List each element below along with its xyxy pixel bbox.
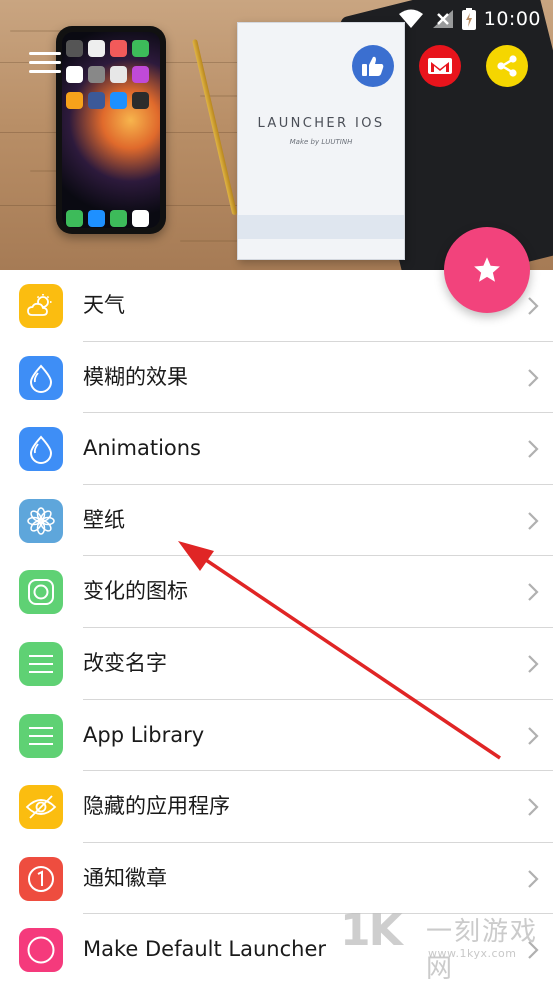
mail-icon bbox=[428, 58, 452, 74]
chevron-right-icon bbox=[528, 368, 539, 387]
list-item-label: 壁纸 bbox=[83, 507, 125, 532]
wallpaper-flower-icon bbox=[19, 498, 63, 543]
chevron-right-icon bbox=[528, 512, 539, 530]
chevron-right-icon bbox=[528, 941, 539, 960]
star-icon bbox=[474, 257, 500, 282]
list-item-label: 变化的图标 bbox=[83, 579, 188, 604]
chevron-right-icon bbox=[528, 440, 539, 458]
list-item-label: App Library bbox=[83, 722, 205, 747]
weather-icon bbox=[19, 284, 63, 328]
animation-drop-icon bbox=[19, 427, 63, 472]
rate-star-button[interactable] bbox=[444, 227, 530, 313]
chevron-right-icon bbox=[528, 798, 539, 816]
settings-list: 天气 模糊的效果 Animations 壁纸 变化的图标 改变名字 App Li… bbox=[0, 270, 553, 983]
hamburger-menu-icon[interactable] bbox=[29, 52, 61, 74]
notebook-title: LAUNCHER IOS bbox=[257, 116, 385, 131]
hidden-eye-icon bbox=[19, 785, 63, 830]
blur-drop-icon bbox=[19, 355, 63, 400]
share-icon bbox=[497, 55, 517, 77]
rename-lines-icon bbox=[19, 641, 63, 686]
list-item-label: 模糊的效果 bbox=[83, 364, 188, 389]
list-item-default-launcher[interactable]: Make Default Launcher bbox=[0, 914, 553, 983]
chevron-right-icon bbox=[528, 655, 539, 673]
wifi-icon bbox=[398, 9, 423, 28]
signal-icon bbox=[432, 10, 453, 28]
notebook-subtitle: Make by LUUTINH bbox=[289, 138, 353, 146]
list-item-animations[interactable]: Animations bbox=[0, 413, 553, 485]
list-item-label: 天气 bbox=[83, 293, 125, 317]
like-button[interactable] bbox=[352, 45, 394, 87]
thumbs-up-icon bbox=[362, 56, 384, 76]
battery-charging-icon bbox=[461, 8, 476, 30]
list-item-notification-badge[interactable]: 通知徽章 bbox=[0, 843, 553, 915]
list-item-blur-effect[interactable]: 模糊的效果 bbox=[0, 342, 553, 414]
chevron-right-icon bbox=[528, 583, 539, 602]
list-item-wallpaper[interactable]: 壁纸 bbox=[0, 485, 553, 557]
notification-badge-icon bbox=[19, 856, 63, 901]
default-launcher-icon bbox=[19, 928, 63, 973]
status-bar: 10:00 bbox=[398, 6, 541, 32]
list-item-rename[interactable]: 改变名字 bbox=[0, 628, 553, 700]
list-item-change-icons[interactable]: 变化的图标 bbox=[0, 556, 553, 628]
list-item-label: 通知徽章 bbox=[83, 865, 167, 890]
phone-image bbox=[56, 26, 166, 234]
mail-button[interactable] bbox=[419, 45, 461, 87]
chevron-right-icon bbox=[528, 869, 539, 888]
list-item-label: Make Default Launcher bbox=[83, 937, 326, 962]
list-item-label: 隐藏的应用程序 bbox=[83, 794, 230, 819]
chevron-right-icon bbox=[528, 726, 539, 745]
list-item-app-library[interactable]: App Library bbox=[0, 700, 553, 772]
pen-image bbox=[192, 38, 238, 216]
app-library-lines-icon bbox=[19, 713, 63, 758]
status-time: 10:00 bbox=[483, 8, 541, 30]
share-button[interactable] bbox=[486, 45, 528, 87]
list-item-label: 改变名字 bbox=[83, 650, 167, 675]
list-item-label: Animations bbox=[83, 436, 202, 461]
change-icon-icon bbox=[19, 570, 63, 615]
chevron-right-icon bbox=[528, 297, 539, 315]
list-item-hidden-apps[interactable]: 隐藏的应用程序 bbox=[0, 771, 553, 843]
